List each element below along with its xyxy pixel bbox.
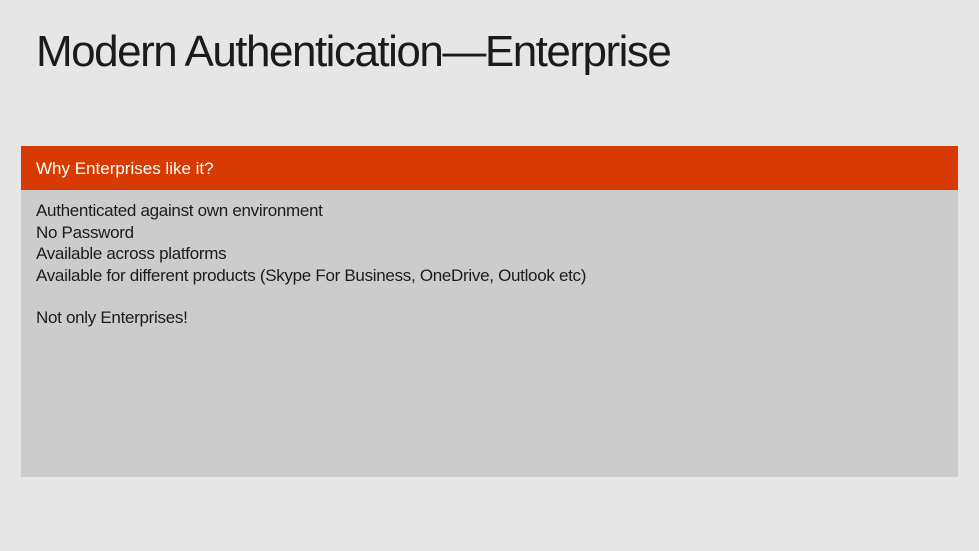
bullet-item: Available for different products (Skype … — [36, 265, 587, 285]
bullet-item: Authenticated against own environment — [36, 201, 323, 220]
slide: Modern Authentication—Enterprise Why Ent… — [0, 0, 979, 551]
panel-header: Why Enterprises like it? — [21, 146, 958, 190]
bullet-item: Available across platforms — [36, 244, 227, 263]
bullet-item: No Password — [36, 222, 134, 242]
slide-title: Modern Authentication—Enterprise — [36, 27, 672, 76]
panel-header-label: Why Enterprises like it? — [36, 159, 214, 178]
note-text: Not only Enterprises! — [36, 308, 188, 327]
panel-body: Authenticated against own environment No… — [21, 190, 958, 477]
bullet-list: Authenticated against own environment No… — [36, 200, 586, 286]
